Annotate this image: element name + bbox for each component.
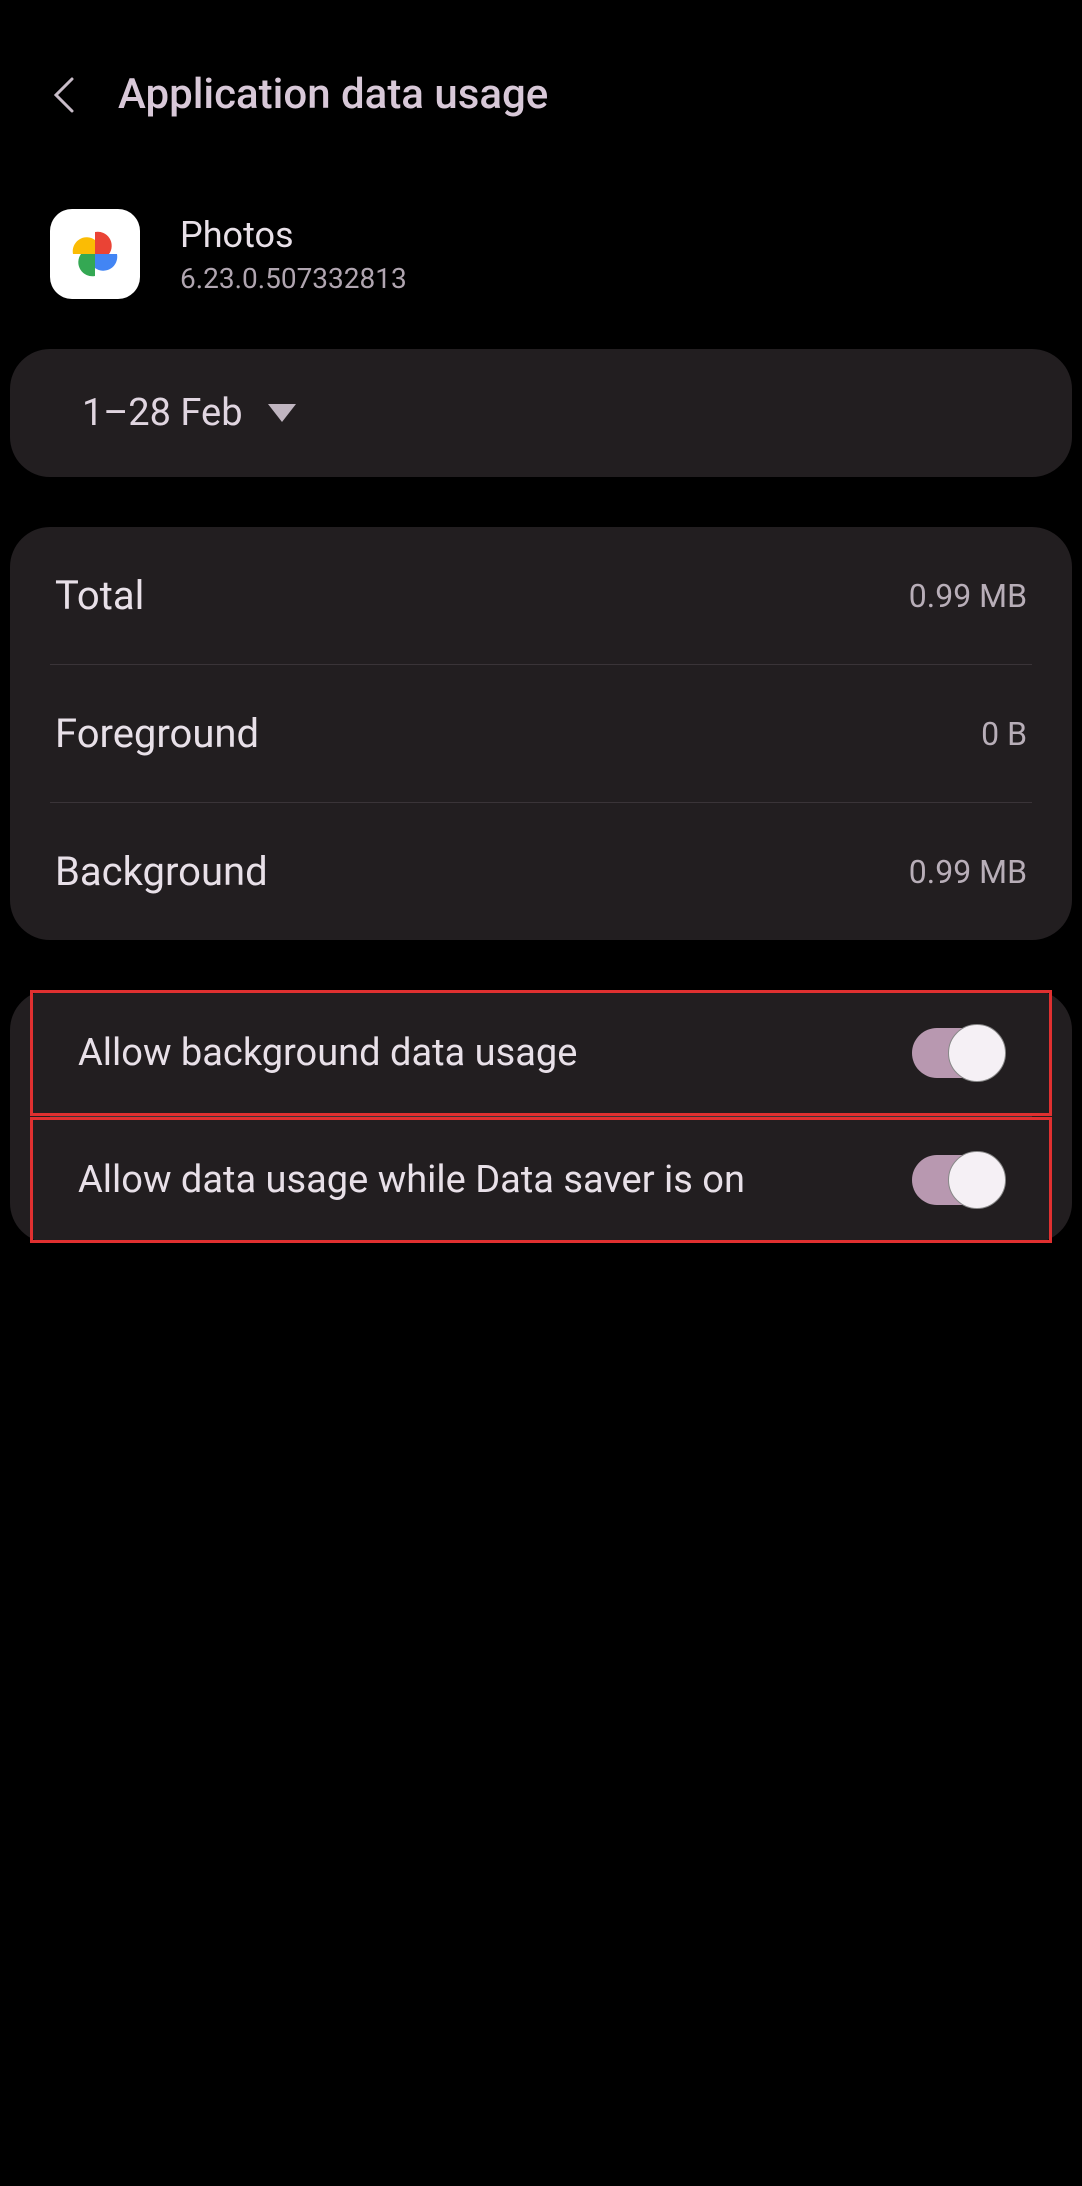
toggle-knob [948, 1024, 1006, 1082]
app-icon [50, 209, 140, 299]
stat-value: 0.99 MB [909, 853, 1027, 891]
toggles-card: Allow background data usage Allow data u… [10, 990, 1072, 1243]
page-header: Application data usage [0, 0, 1082, 169]
app-version: 6.23.0.507332813 [180, 262, 407, 295]
toggle-label: Allow background data usage [78, 1031, 577, 1075]
stat-value: 0 B [981, 715, 1027, 753]
page-title: Application data usage [118, 70, 548, 119]
chevron-left-icon [52, 75, 76, 115]
toggle-row-background-data[interactable]: Allow background data usage [33, 993, 1049, 1113]
stat-row-foreground: Foreground 0 B [10, 665, 1072, 802]
toggle-label: Allow data usage while Data saver is on [78, 1158, 745, 1202]
toggle-knob [948, 1151, 1006, 1209]
stat-label: Total [55, 572, 144, 619]
stat-row-background: Background 0.99 MB [10, 803, 1072, 940]
stat-value: 0.99 MB [909, 577, 1027, 615]
toggle-switch-data-saver[interactable] [912, 1155, 1004, 1205]
app-name: Photos [180, 214, 407, 256]
toggle-row-data-saver[interactable]: Allow data usage while Data saver is on [33, 1120, 1049, 1240]
back-button[interactable] [50, 75, 78, 115]
highlight-annotation: Allow data usage while Data saver is on [30, 1117, 1052, 1243]
google-photos-icon [65, 224, 125, 284]
app-details: Photos 6.23.0.507332813 [180, 214, 407, 295]
date-range-selector[interactable]: 1–28 Feb [82, 391, 1000, 435]
highlight-annotation: Allow background data usage [30, 990, 1052, 1116]
dropdown-icon [268, 404, 296, 422]
stat-row-total: Total 0.99 MB [10, 527, 1072, 664]
date-range-label: 1–28 Feb [82, 391, 243, 435]
date-range-card: 1–28 Feb [10, 349, 1072, 477]
toggle-switch-background-data[interactable] [912, 1028, 1004, 1078]
stat-label: Background [55, 848, 268, 895]
app-info-section: Photos 6.23.0.507332813 [0, 169, 1082, 349]
stat-label: Foreground [55, 710, 259, 757]
usage-stats-card: Total 0.99 MB Foreground 0 B Background … [10, 527, 1072, 940]
